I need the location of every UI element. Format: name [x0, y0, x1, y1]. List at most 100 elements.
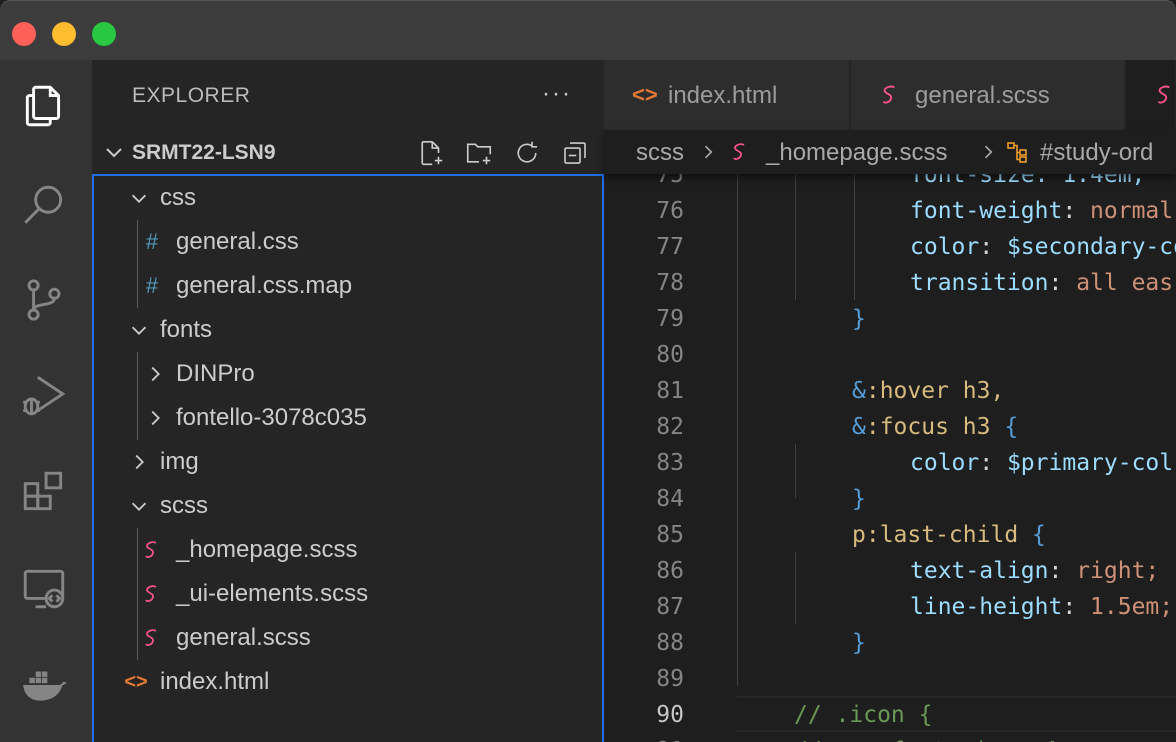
tree-item-label: fontello-3078c035 [176, 404, 367, 431]
extensions-button[interactable] [14, 462, 74, 522]
html-file-icon: <> [632, 82, 658, 107]
code-token: font-weight [910, 198, 1063, 224]
tab-index-html[interactable]: <> index.html [604, 60, 850, 130]
collapse-all-button[interactable] [558, 136, 592, 170]
code-line[interactable]: 76 font-weight: normal; [604, 192, 1176, 228]
code-token: 1.5em; [1090, 594, 1174, 620]
explorer-button[interactable] [14, 76, 74, 136]
code-editor[interactable]: 75 font-size: 1.4em; 76 font-weight: normal… [604, 174, 1176, 742]
symbol-icon [1007, 142, 1027, 163]
line-number: 76 [656, 198, 684, 224]
line-number: 87 [656, 594, 684, 620]
code-text: &:hover h3, [852, 378, 1004, 404]
code-line[interactable]: 80 [604, 336, 1176, 372]
code-token: right; [1076, 558, 1160, 584]
code-token: } [852, 630, 866, 656]
new-folder-button[interactable] [462, 136, 496, 170]
code-text: color: $primary-col [910, 450, 1173, 476]
html-file-icon: <> [124, 670, 148, 693]
scss-icon [733, 143, 745, 160]
code-token: font-size: 1.4em; [910, 174, 1146, 188]
code-text: color: $secondary-co [910, 234, 1176, 260]
run-debug-button[interactable] [14, 366, 74, 426]
chevron-down-icon [131, 502, 147, 511]
activity-bar [0, 60, 92, 742]
tree-file-index-html[interactable]: <> index.html [94, 660, 602, 704]
tree-file-homepage-scss[interactable]: _homepage.scss [94, 528, 602, 572]
code-line[interactable]: 86 text-align: right; [604, 552, 1176, 588]
workspace-title: SRMT22-LSN9 [132, 141, 276, 164]
chevron-down-icon [131, 326, 147, 335]
code-line[interactable]: 84} [604, 480, 1176, 516]
tree-file-ui-elements-scss[interactable]: _ui-elements.scss [94, 572, 602, 616]
code-token: $secondary-co [1006, 234, 1176, 260]
search-button[interactable] [14, 176, 74, 236]
tree-folder-fonts[interactable]: fonts [94, 308, 602, 352]
chevron-right-icon [151, 410, 160, 426]
line-number: 88 [656, 630, 684, 656]
code-line[interactable]: 75 font-size: 1.4em; [604, 174, 1176, 192]
breadcrumb-symbol[interactable]: #study-ord [1040, 139, 1153, 167]
tab-homepage-scss[interactable] [1126, 60, 1176, 130]
code-line[interactable]: 87 line-height: 1.5em; [604, 588, 1176, 624]
code-text: transition: all eas [910, 270, 1173, 296]
code-line[interactable]: 81 &:hover h3, [604, 372, 1176, 408]
tree-file-general-css-map[interactable]: # general.css.map [94, 264, 602, 308]
code-token: normal; [1090, 198, 1176, 224]
tree-folder-fontello[interactable]: fontello-3078c035 [94, 396, 602, 440]
refresh-button[interactable] [510, 136, 544, 170]
tree-folder-scss[interactable]: scss [94, 484, 602, 528]
code-token: : [1048, 558, 1077, 584]
more-actions-button[interactable]: ··· [542, 80, 572, 108]
tree-folder-css[interactable]: css [94, 176, 602, 220]
code-line[interactable]: 78 transition: all eas [604, 264, 1176, 300]
code-line[interactable]: 89 [604, 660, 1176, 696]
new-file-button[interactable] [414, 136, 448, 170]
code-line[interactable]: 77 color: $secondary-co [604, 228, 1176, 264]
code-token: : [1062, 594, 1091, 620]
minimize-window-button[interactable] [52, 22, 76, 46]
maximize-window-button[interactable] [92, 22, 116, 46]
workspace-section-header[interactable]: SRMT22-LSN9 [92, 132, 604, 174]
search-icon [24, 185, 63, 224]
code-line[interactable]: 79} [604, 300, 1176, 336]
code-token: { [1032, 522, 1046, 548]
tree-folder-dinpro[interactable]: DINPro [94, 352, 602, 396]
source-control-button[interactable] [14, 270, 74, 330]
code-text: p:last-child { [852, 522, 1046, 548]
css-file-icon: # [145, 229, 159, 254]
tree-item-label: general.css.map [176, 272, 353, 299]
code-line[interactable]: 88} [604, 624, 1176, 660]
code-line[interactable]: 85 p:last-child { [604, 516, 1176, 552]
code-token: transition [910, 270, 1049, 296]
tree-file-general-css[interactable]: # general.css [94, 220, 602, 264]
code-line[interactable]: 83 color: $primary-col [604, 444, 1176, 480]
close-window-button[interactable] [12, 22, 36, 46]
tree-item-label: general.scss [176, 624, 311, 651]
editor-tabs: <> index.html general.scss [604, 60, 1176, 130]
breadcrumb-file[interactable]: _homepage.scss [766, 139, 947, 167]
tree-file-general-scss[interactable]: general.scss [94, 616, 602, 660]
css-file-icon: # [145, 273, 159, 298]
code-token: & [852, 378, 866, 404]
explorer-icon [25, 85, 61, 127]
code-text: line-height: 1.5em; [910, 594, 1173, 620]
code-line[interactable]: 90 // .icon { [604, 696, 1176, 732]
docker-button[interactable] [14, 654, 74, 714]
collapse-all-icon [564, 142, 586, 164]
tab-general-scss[interactable]: general.scss [851, 60, 1125, 130]
new-folder-icon [466, 143, 492, 165]
code-token: : [979, 450, 1007, 476]
tree-item-label: index.html [160, 668, 270, 695]
code-line[interactable]: 82 &:focus h3 { [604, 408, 1176, 444]
breadcrumb-folder[interactable]: scss [636, 139, 684, 167]
code-line[interactable]: 91 // font-size: 4em; [604, 732, 1176, 742]
line-number: 81 [656, 378, 684, 404]
chevron-right-icon [151, 366, 160, 382]
code-text: } [852, 306, 866, 332]
code-token: // .icon { [794, 702, 933, 728]
tab-label: general.scss [915, 82, 1050, 109]
remote-explorer-button[interactable] [14, 558, 74, 618]
run-debug-icon [23, 376, 66, 416]
tree-folder-img[interactable]: img [94, 440, 602, 484]
